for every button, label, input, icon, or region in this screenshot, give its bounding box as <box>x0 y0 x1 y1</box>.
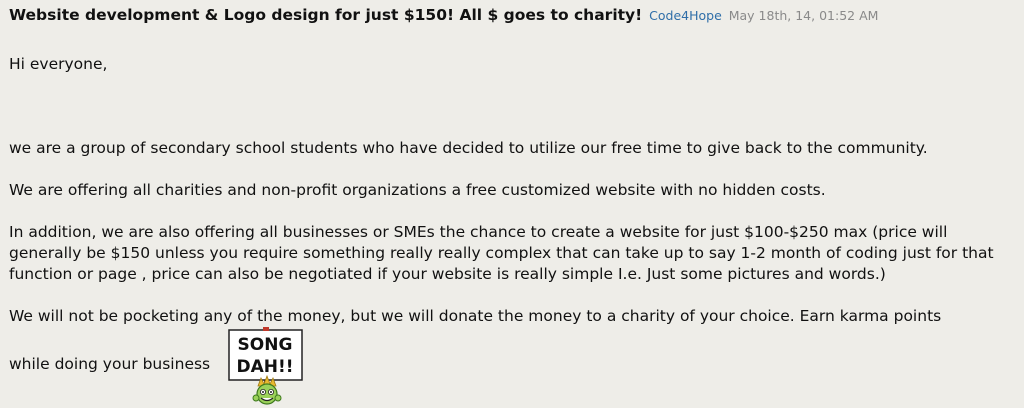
post-paragraph: We are offering all charities and non-pr… <box>9 181 826 199</box>
post-paragraph: We will not be pocketing any of the mone… <box>9 307 942 325</box>
post-date: May 18th, 14, 01:52 AM <box>728 8 879 23</box>
song-dah-sign-emote-icon: SONG DAH!! <box>228 327 303 405</box>
post-header: Website development & Logo design for ju… <box>9 5 878 26</box>
post-title: Website development & Logo design for ju… <box>9 6 643 24</box>
post-greeting: Hi everyone, <box>9 55 108 73</box>
forum-post: Website development & Logo design for ju… <box>0 0 1024 408</box>
sign-text-line-1: SONG <box>238 335 293 355</box>
author-link[interactable]: Code4Hope <box>649 8 722 23</box>
post-paragraph: In addition, we are also offering all bu… <box>9 223 994 283</box>
post-paragraph: we are a group of secondary school stude… <box>9 139 928 157</box>
post-closing: while doing your business <box>9 355 211 373</box>
sign-text-line-2: DAH!! <box>236 357 293 377</box>
